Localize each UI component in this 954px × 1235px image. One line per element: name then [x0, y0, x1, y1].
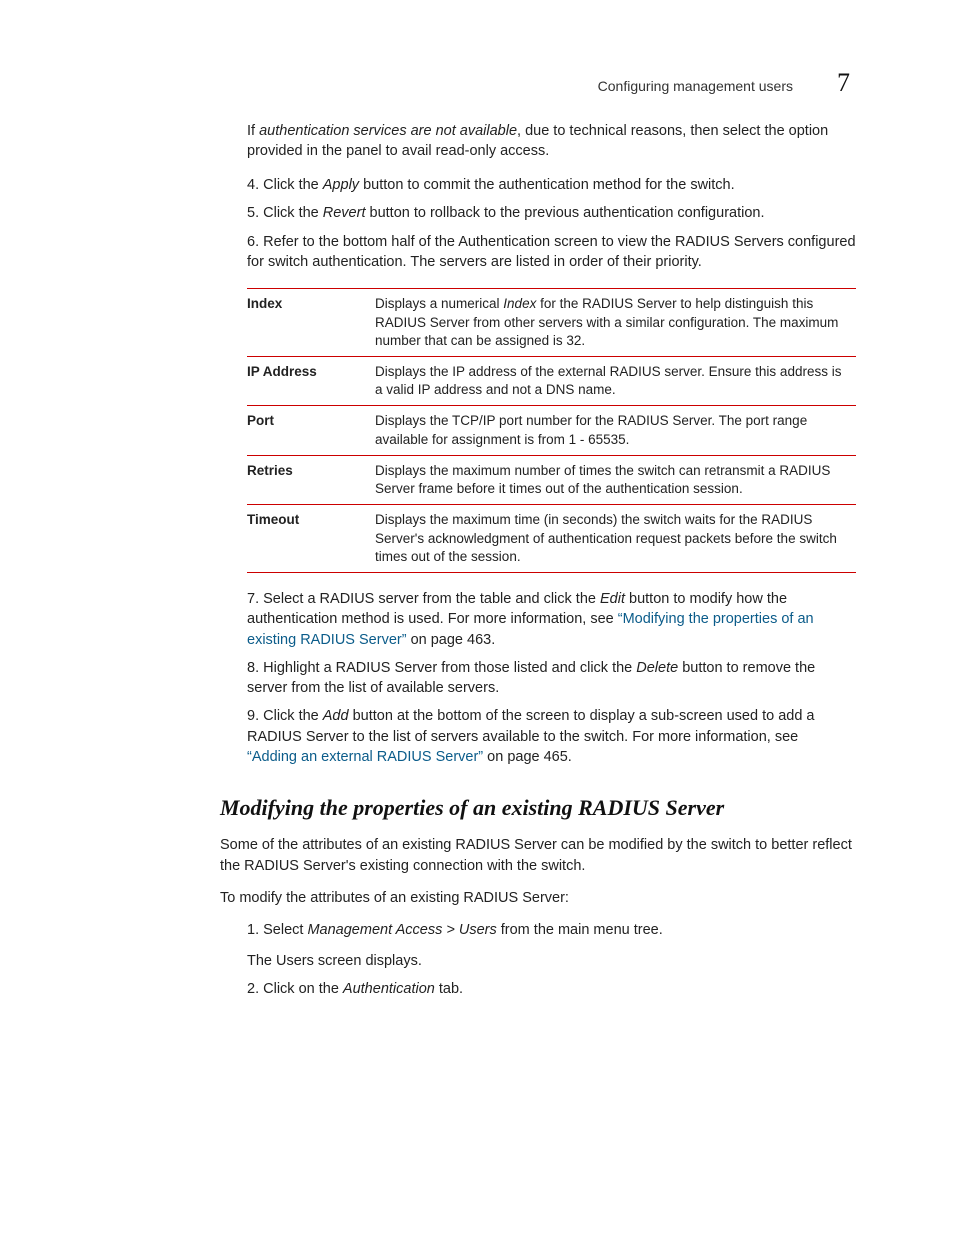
step-8: Highlight a RADIUS Server from those lis… — [220, 658, 856, 699]
description: Displays the IP address of the external … — [375, 356, 856, 405]
text: tab. — [435, 981, 463, 997]
step-1: Select Management Access > Users from th… — [220, 920, 856, 971]
text-italic: authentication services are not availabl… — [259, 123, 517, 139]
text: Click on the — [263, 981, 343, 997]
intro-paragraph: If authentication services are not avail… — [247, 122, 856, 161]
text: Displays a numerical — [375, 296, 503, 311]
description: Displays the maximum time (in seconds) t… — [375, 505, 856, 573]
cross-ref-link[interactable]: “Adding an external RADIUS Server” — [247, 749, 483, 765]
steps-list-b: Select a RADIUS server from the table an… — [220, 589, 856, 767]
paragraph: Some of the attributes of an existing RA… — [220, 835, 856, 876]
steps-list-c: Select Management Access > Users from th… — [220, 920, 856, 999]
description: Displays the TCP/IP port number for the … — [375, 406, 856, 455]
text: on page 465. — [483, 749, 572, 765]
page-content: If authentication services are not avail… — [220, 122, 856, 999]
text: button to commit the authentication meth… — [359, 177, 735, 193]
text: Highlight a RADIUS Server from those lis… — [263, 660, 636, 676]
text: Select a RADIUS server from the table an… — [263, 591, 600, 607]
step-7: Select a RADIUS server from the table an… — [220, 589, 856, 650]
table-row: IP Address Displays the IP address of th… — [247, 356, 856, 405]
step-5: Click the Revert button to rollback to t… — [220, 203, 856, 223]
text-italic: Edit — [600, 591, 625, 607]
step-6: Refer to the bottom half of the Authenti… — [220, 232, 856, 273]
text-italic: Index — [503, 296, 536, 311]
steps-list-a: Click the Apply button to commit the aut… — [220, 175, 856, 272]
text-italic: Revert — [323, 205, 366, 221]
text: Select — [263, 922, 307, 938]
table-row: Index Displays a numerical Index for the… — [247, 289, 856, 357]
section-title: Configuring management users — [598, 78, 793, 94]
term: Retries — [247, 455, 375, 504]
text: Click the — [263, 205, 323, 221]
term: IP Address — [247, 356, 375, 405]
text: on page 463. — [407, 632, 496, 648]
table-row: Retries Displays the maximum number of t… — [247, 455, 856, 504]
step-9: Click the Add button at the bottom of th… — [220, 706, 856, 767]
running-header: Configuring management users 7 — [598, 68, 850, 98]
text: If — [247, 123, 259, 139]
text-italic: Management Access > Users — [307, 922, 496, 938]
term: Timeout — [247, 505, 375, 573]
paragraph: To modify the attributes of an existing … — [220, 888, 856, 908]
text: from the main menu tree. — [497, 922, 663, 938]
section-heading: Modifying the properties of an existing … — [220, 795, 856, 821]
table-row: Port Displays the TCP/IP port number for… — [247, 406, 856, 455]
text: Refer to the bottom half of the Authenti… — [247, 234, 856, 270]
text-italic: Add — [323, 708, 349, 724]
text-italic: Authentication — [343, 981, 435, 997]
description: Displays the maximum number of times the… — [375, 455, 856, 504]
term: Index — [247, 289, 375, 357]
term: Port — [247, 406, 375, 455]
step-4: Click the Apply button to commit the aut… — [220, 175, 856, 195]
step-2: Click on the Authentication tab. — [220, 979, 856, 999]
text-italic: Delete — [636, 660, 678, 676]
description: Displays a numerical Index for the RADIU… — [375, 289, 856, 357]
text: Click the — [263, 177, 323, 193]
step-result: The Users screen displays. — [247, 951, 856, 971]
text: button to rollback to the previous authe… — [365, 205, 764, 221]
table-row: Timeout Displays the maximum time (in se… — [247, 505, 856, 573]
chapter-number: 7 — [837, 68, 850, 98]
text-italic: Apply — [323, 177, 359, 193]
text: Click the — [263, 708, 323, 724]
radius-attributes-table: Index Displays a numerical Index for the… — [247, 288, 856, 573]
